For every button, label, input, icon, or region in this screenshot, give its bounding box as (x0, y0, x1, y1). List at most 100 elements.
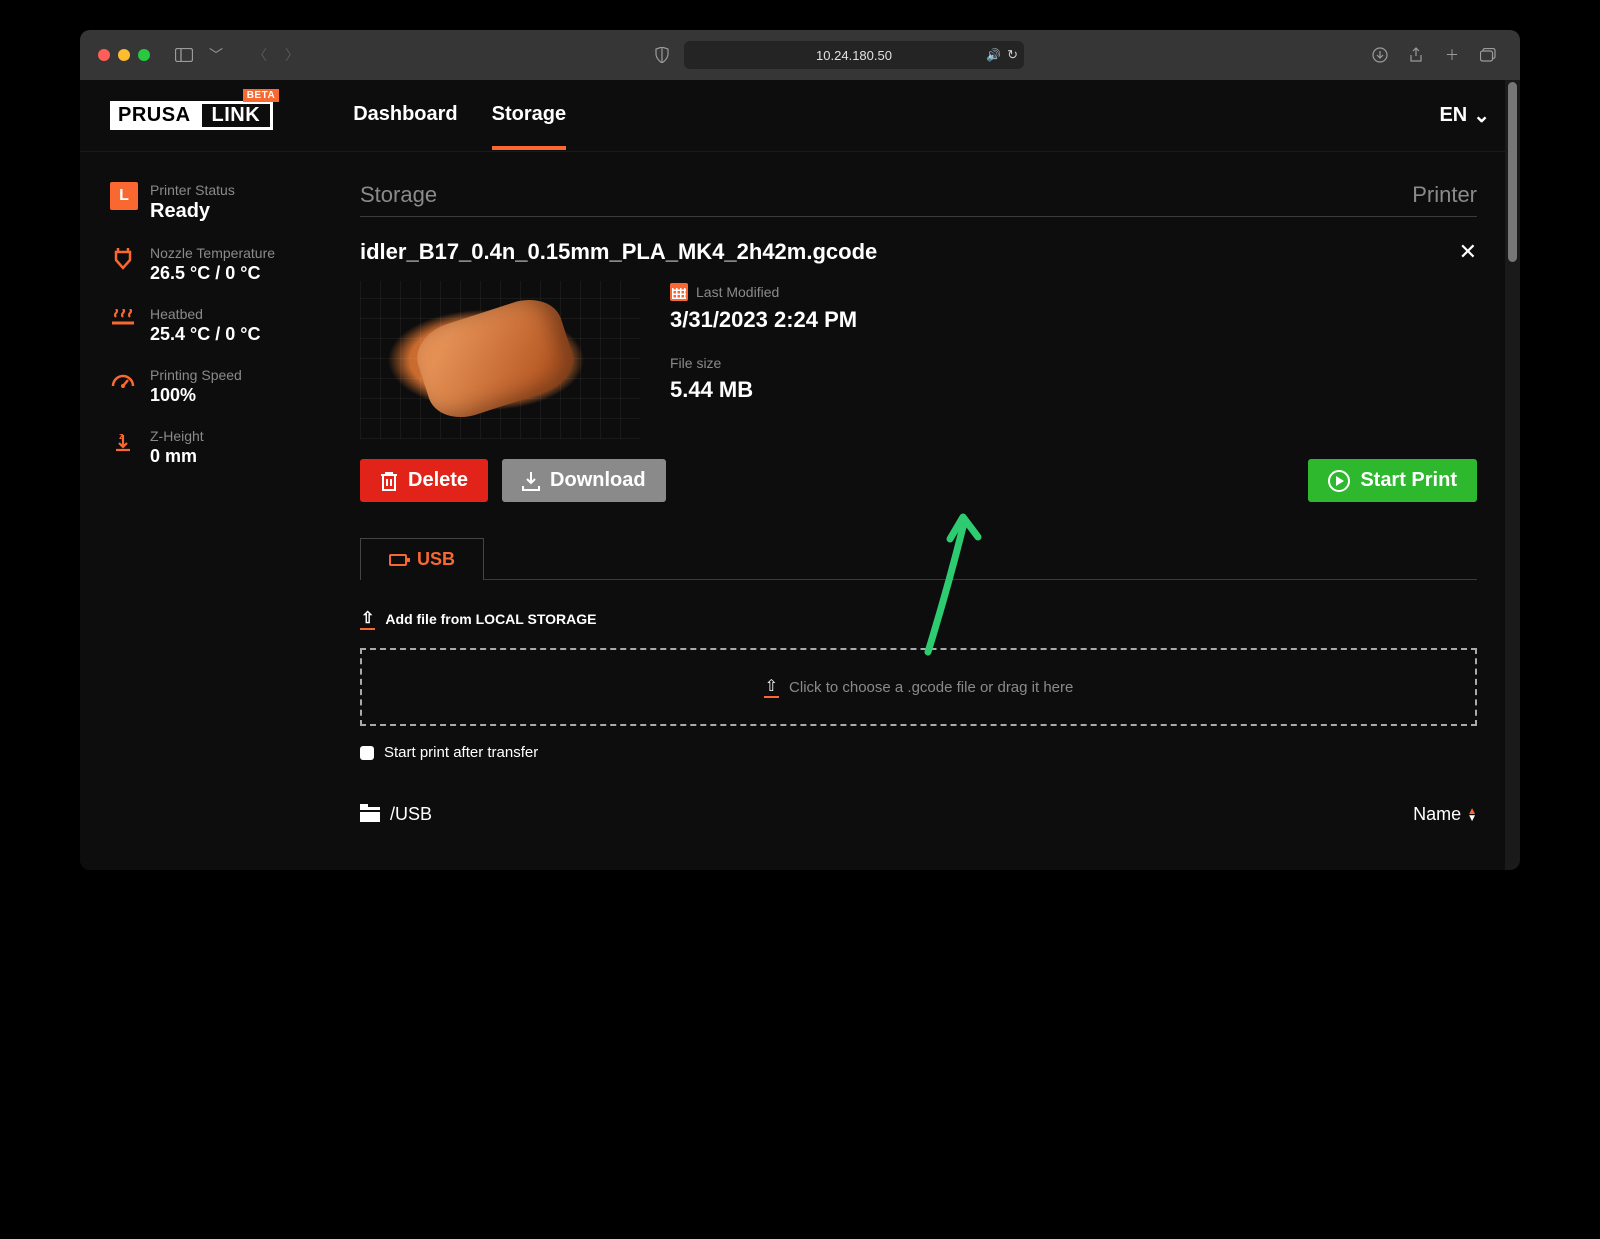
nozzle-value: 26.5 °C / 0 °C (150, 263, 275, 284)
new-tab-icon[interactable]: ＋ (1438, 43, 1466, 67)
add-file-link[interactable]: ⇧ Add file from LOCAL STORAGE (360, 608, 1477, 630)
folder-path[interactable]: /USB (360, 804, 432, 825)
usb-icon (389, 554, 407, 566)
z-label: Z-Height (150, 428, 204, 444)
printer-status: L Printer Status Ready (110, 182, 340, 223)
logo-prusa: PRUSA (110, 101, 199, 130)
sidebar-toggle-group: ﹀ (170, 43, 230, 67)
logo[interactable]: BETA PRUSA LINK (110, 101, 273, 130)
calendar-icon (670, 283, 688, 301)
app-header: BETA PRUSA LINK Dashboard Storage EN ⌄ (80, 80, 1520, 152)
upload-icon: ⇧ (764, 676, 779, 698)
main-nav: Dashboard Storage (353, 81, 566, 150)
modified-label: Last Modified (696, 284, 779, 300)
status-badge-icon: L (110, 182, 138, 210)
size-label: File size (670, 355, 857, 371)
nav-back-icon[interactable]: 〈 (246, 43, 274, 67)
download-label: Download (550, 469, 646, 492)
upload-section: ⇧ Add file from LOCAL STORAGE ⇧ Click to… (360, 608, 1477, 761)
sort-label: Name (1413, 804, 1461, 825)
close-window-icon[interactable] (98, 49, 110, 61)
page-subtitle: Printer (1412, 182, 1477, 208)
checkbox-label: Start print after transfer (384, 744, 538, 761)
heatbed-value: 25.4 °C / 0 °C (150, 324, 260, 345)
folder-icon (360, 807, 380, 822)
address-text: 10.24.180.50 (816, 48, 892, 63)
sound-icon[interactable]: 🔊 (986, 48, 1001, 62)
delete-label: Delete (408, 469, 468, 492)
share-icon[interactable] (1402, 43, 1430, 67)
file-detail: Last Modified 3/31/2023 2:24 PM File siz… (360, 281, 1477, 439)
delete-button[interactable]: Delete (360, 459, 488, 502)
speed-icon (110, 367, 136, 393)
z-height-icon: z (110, 428, 136, 454)
trash-icon (380, 471, 398, 491)
language-label: EN (1439, 104, 1467, 127)
nav-buttons: 〈 〉 (246, 43, 306, 67)
z-value: 0 mm (150, 446, 204, 467)
beta-badge: BETA (243, 89, 279, 102)
main-panel: Storage Printer idler_B17_0.4n_0.15mm_PL… (360, 152, 1505, 825)
sort-toggle[interactable]: Name ▲▼ (1413, 804, 1477, 825)
language-selector[interactable]: EN ⌄ (1439, 103, 1490, 128)
status-sidebar: L Printer Status Ready Nozzle Temperatur… (80, 152, 360, 825)
nav-dashboard[interactable]: Dashboard (353, 81, 457, 150)
download-icon (522, 471, 540, 491)
address-bar[interactable]: 10.24.180.50 🔊 ↻ (684, 41, 1024, 69)
status-value: Ready (150, 200, 235, 223)
storage-tabs: USB (360, 537, 1477, 580)
start-label: Start Print (1360, 469, 1457, 492)
heatbed-icon (110, 306, 136, 332)
start-print-button[interactable]: Start Print (1308, 459, 1477, 502)
scroll-thumb[interactable] (1508, 82, 1517, 262)
nav-storage[interactable]: Storage (492, 81, 566, 150)
upload-icon: ⇧ (360, 608, 375, 630)
sort-arrows-icon: ▲▼ (1467, 808, 1477, 822)
file-size: File size 5.44 MB (670, 355, 857, 403)
browser-window: ﹀ 〈 〉 10.24.180.50 🔊 ↻ ＋ (80, 30, 1520, 870)
file-header: idler_B17_0.4n_0.15mm_PLA_MK4_2h42m.gcod… (360, 239, 1477, 265)
checkbox-icon[interactable] (360, 746, 374, 760)
action-row: Delete Download Start Print (360, 459, 1477, 502)
tab-usb[interactable]: USB (360, 538, 484, 580)
z-height: z Z-Height 0 mm (110, 428, 340, 467)
downloads-icon[interactable] (1366, 43, 1394, 67)
chevron-down-icon: ⌄ (1473, 103, 1490, 128)
nozzle-icon (110, 245, 136, 271)
chevron-down-icon[interactable]: ﹀ (202, 43, 230, 67)
size-value: 5.44 MB (670, 377, 857, 403)
close-icon[interactable]: ✕ (1459, 239, 1477, 265)
reload-icon[interactable]: ↻ (1007, 47, 1018, 63)
file-preview (360, 281, 640, 439)
download-button[interactable]: Download (502, 459, 666, 502)
nav-forward-icon[interactable]: 〉 (278, 43, 306, 67)
file-dropzone[interactable]: ⇧ Click to choose a .gcode file or drag … (360, 648, 1477, 726)
nozzle-temp: Nozzle Temperature 26.5 °C / 0 °C (110, 245, 340, 284)
folder-path-text: /USB (390, 804, 432, 825)
page-content: BETA PRUSA LINK Dashboard Storage EN ⌄ L… (80, 80, 1520, 870)
speed-value: 100% (150, 385, 242, 406)
status-label: Printer Status (150, 182, 235, 198)
tab-usb-label: USB (417, 549, 455, 570)
window-controls (98, 49, 150, 61)
autostart-checkbox-row[interactable]: Start print after transfer (360, 744, 1477, 761)
print-speed: Printing Speed 100% (110, 367, 340, 406)
dropzone-text: Click to choose a .gcode file or drag it… (789, 679, 1073, 696)
maximize-window-icon[interactable] (138, 49, 150, 61)
last-modified: Last Modified 3/31/2023 2:24 PM (670, 283, 857, 333)
heatbed-label: Heatbed (150, 306, 260, 322)
folder-row: /USB Name ▲▼ (360, 803, 1477, 825)
sidebar-icon[interactable] (170, 43, 198, 67)
play-icon (1328, 470, 1350, 492)
scrollbar[interactable] (1505, 80, 1520, 870)
minimize-window-icon[interactable] (118, 49, 130, 61)
add-file-label: Add file from LOCAL STORAGE (385, 611, 596, 627)
privacy-shield-icon[interactable] (648, 43, 676, 67)
file-name: idler_B17_0.4n_0.15mm_PLA_MK4_2h42m.gcod… (360, 239, 877, 265)
nozzle-label: Nozzle Temperature (150, 245, 275, 261)
logo-link: LINK (199, 101, 274, 130)
speed-label: Printing Speed (150, 367, 242, 383)
tabs-overview-icon[interactable] (1474, 43, 1502, 67)
page-heading: Storage Printer (360, 182, 1477, 217)
heatbed-temp: Heatbed 25.4 °C / 0 °C (110, 306, 340, 345)
